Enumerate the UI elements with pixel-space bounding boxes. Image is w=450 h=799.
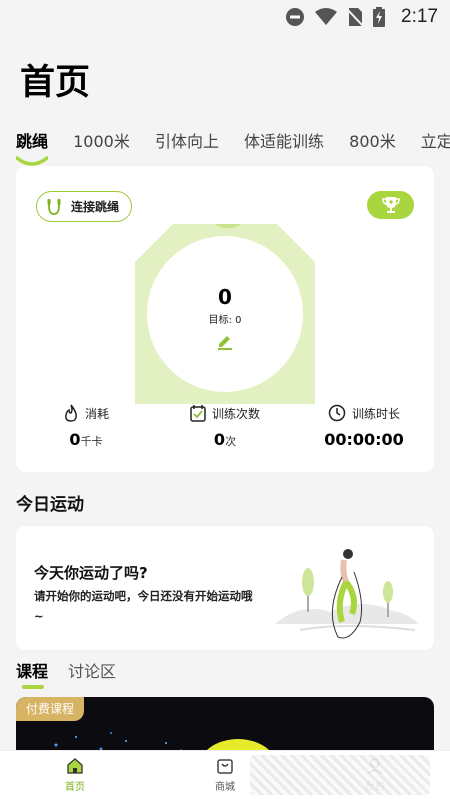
stat-duration-value: 00:00:00 [324, 430, 404, 449]
ring-center: 0 目标: 0 [135, 224, 315, 404]
flame-icon [65, 404, 77, 422]
status-bar: 2:17 [0, 0, 450, 36]
progress-ring: 0 目标: 0 [135, 220, 315, 404]
stat-calories-label: 消耗 [84, 406, 109, 421]
status-time: 2:17 [401, 6, 438, 27]
bottom-nav: 首页 商城 我的 [0, 750, 450, 799]
jump-rope-card: 连接跳绳 0 目标: 0 消耗 0千卡 训练次数 0次 训练时长 00:00:0… [16, 166, 434, 472]
tab-active-indicator [16, 156, 48, 166]
page-title: 首页 [20, 63, 91, 103]
tab-label: 1000米 [73, 132, 130, 151]
tab-label: 课程 [16, 662, 49, 681]
trophy-icon [381, 197, 400, 213]
battery-charging-icon [373, 7, 386, 27]
today-exercise-card[interactable]: 今天你运动了吗? 请开始你的运动吧，今日还没有开始运动哦~ [16, 526, 434, 650]
stat-count-value: 0 [213, 430, 226, 449]
stat-duration-label: 训练时长 [351, 406, 400, 421]
status-icons: 2:17 [285, 6, 438, 28]
tab-label: 跳绳 [16, 132, 49, 151]
course-card[interactable]: 付费课程 [16, 697, 434, 757]
jump-rope-icon [47, 198, 61, 215]
stat-duration: 训练时长 00:00:00 [314, 404, 414, 449]
stat-count-unit: 次 [225, 435, 237, 448]
stat-calories-unit: 千卡 [80, 435, 103, 448]
tab-800m[interactable]: 800米 [349, 128, 396, 152]
sport-tabs: 跳绳 1000米 引体向上 体适能训练 800米 立定跳远 [16, 128, 450, 168]
connect-rope-label: 连接跳绳 [71, 200, 120, 214]
today-section-title: 今日运动 [16, 495, 84, 515]
do-not-disturb-icon [286, 8, 305, 26]
today-question: 今天你运动了吗? [34, 564, 148, 582]
clock-icon [328, 404, 346, 422]
tab-discussion[interactable]: 讨论区 [68, 658, 116, 692]
jump-count: 0 [218, 284, 232, 309]
stat-calories-value: 0 [69, 430, 81, 449]
today-description: 请开始你的运动吧，今日还没有开始运动哦~ [34, 589, 253, 623]
nav-home-label: 首页 [65, 782, 85, 793]
wifi-icon [315, 8, 338, 25]
stat-calories: 消耗 0千卡 [36, 404, 136, 449]
calendar-check-icon [190, 405, 206, 422]
paid-course-badge: 付费课程 [16, 697, 85, 721]
tab-label: 体适能训练 [244, 132, 325, 151]
goal-text: 目标: 0 [208, 314, 242, 326]
tab-standing-long-jump[interactable]: 立定跳远 [421, 128, 450, 152]
connect-rope-button[interactable]: 连接跳绳 [36, 191, 132, 222]
tab-jump-rope[interactable]: 跳绳 [16, 128, 49, 166]
watermark-overlay [250, 755, 430, 795]
tab-courses[interactable]: 课程 [16, 658, 48, 692]
shop-icon [217, 759, 233, 774]
home-icon [67, 758, 83, 774]
nav-mall[interactable]: 商城 [195, 757, 255, 793]
tab-label: 引体向上 [154, 132, 219, 151]
tab-active-indicator [22, 685, 44, 689]
stat-count-label: 训练次数 [211, 406, 260, 421]
nav-home[interactable]: 首页 [45, 757, 105, 793]
tab-1000m[interactable]: 1000米 [73, 128, 130, 152]
edit-goal-icon[interactable] [216, 332, 234, 350]
stat-count: 训练次数 0次 [175, 404, 275, 449]
jump-rope-illustration [275, 549, 418, 639]
tab-label: 800米 [349, 132, 396, 151]
no-sim-icon [347, 8, 364, 27]
tab-pull-up[interactable]: 引体向上 [155, 128, 219, 152]
tab-label: 立定跳远 [420, 132, 450, 151]
trophy-button[interactable] [367, 191, 414, 219]
tab-label: 讨论区 [68, 662, 117, 681]
nav-mall-label: 商城 [215, 782, 235, 793]
tab-fitness-training[interactable]: 体适能训练 [244, 128, 324, 152]
content-tabs: 课程 讨论区 [16, 658, 116, 692]
